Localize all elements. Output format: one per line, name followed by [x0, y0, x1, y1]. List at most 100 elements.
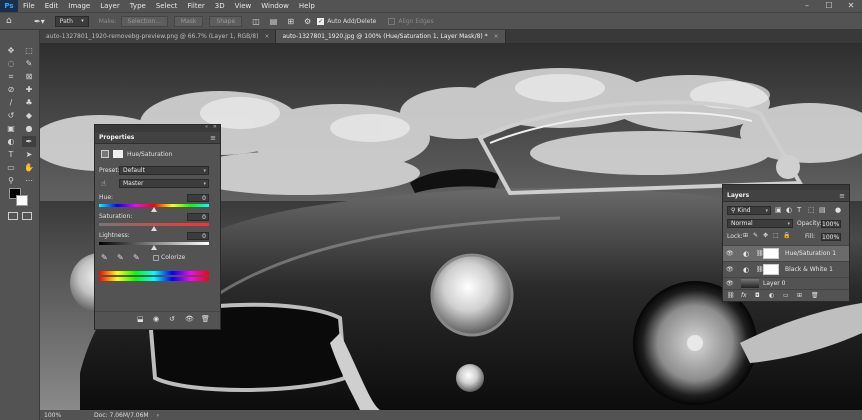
menu-file[interactable]: File — [18, 2, 40, 10]
close-icon[interactable]: ✕ — [213, 124, 217, 130]
link-layers-icon[interactable]: ⛓ — [727, 292, 735, 299]
quick-select-icon[interactable]: ✎ — [22, 58, 36, 69]
tab-removebg-png[interactable]: auto-1327801_1920-removebg-preview.png @… — [40, 30, 277, 43]
menu-filter[interactable]: Filter — [182, 2, 209, 10]
visibility-eye-icon[interactable]: 👁 — [726, 280, 734, 287]
panel-menu-icon[interactable]: ≡ — [839, 192, 845, 200]
path-arrangement-icon[interactable]: ⊞ — [287, 17, 294, 26]
lightness-value[interactable]: 0 — [187, 232, 209, 240]
filter-adjustment-icon[interactable]: ◐ — [786, 206, 792, 214]
collapse-icon[interactable]: « — [205, 124, 208, 130]
close-icon[interactable]: × — [494, 33, 499, 40]
hue-slider-thumb[interactable] — [151, 207, 157, 212]
filter-toggle-icon[interactable]: ● — [835, 206, 841, 214]
filter-pixel-icon[interactable]: ▣ — [775, 206, 782, 214]
frame-tool-icon[interactable]: ⊠ — [22, 71, 36, 82]
path-operations-icon[interactable]: ◫ — [252, 17, 260, 26]
channel-dropdown[interactable]: Master ▾ — [119, 179, 209, 188]
layer-mask-thumbnail[interactable] — [763, 264, 779, 275]
colorize-checkbox[interactable] — [153, 255, 159, 261]
selection-button[interactable]: Selection... — [120, 15, 168, 27]
properties-title[interactable]: Properties — [99, 134, 134, 141]
close-window-button[interactable]: ✕ — [840, 0, 862, 12]
view-previous-icon[interactable]: ◉ — [153, 315, 159, 323]
fill-value[interactable]: 100% — [821, 233, 841, 241]
saturation-value[interactable]: 0 — [187, 213, 209, 221]
gear-icon[interactable]: ⚙ — [304, 17, 311, 26]
menu-image[interactable]: Image — [63, 2, 95, 10]
layer-row[interactable]: 👁 ◐ ⛓ Hue/Saturation 1 — [723, 245, 849, 261]
crop-tool-icon[interactable]: ⌗ — [4, 71, 18, 82]
layer-row[interactable]: 👁 ◐ ⛓ Black & White 1 — [723, 261, 849, 277]
brush-tool-icon[interactable]: / — [4, 97, 18, 108]
path-select-icon[interactable]: ➤ — [22, 149, 36, 160]
marquee-tool-icon[interactable]: ⬚ — [22, 45, 36, 56]
lock-image-icon[interactable]: ✎ — [753, 232, 758, 239]
menu-window[interactable]: Window — [256, 2, 294, 10]
hand-tool-icon[interactable]: ✋ — [22, 162, 36, 173]
clone-stamp-icon[interactable]: ♣ — [22, 97, 36, 108]
layer-row[interactable]: 👁 Layer 0 — [723, 277, 849, 289]
screen-mode-icon[interactable] — [22, 212, 32, 220]
opacity-value[interactable]: 100% — [821, 220, 841, 228]
menu-type[interactable]: Type — [125, 2, 151, 10]
fx-icon[interactable]: fx — [741, 292, 747, 299]
trash-icon[interactable]: 🗑 — [201, 315, 210, 323]
mask-thumb-icon[interactable] — [113, 150, 123, 158]
trash-icon[interactable]: 🗑 — [811, 292, 819, 299]
lightness-slider-thumb[interactable] — [151, 245, 157, 250]
new-group-icon[interactable]: ▭ — [783, 292, 789, 299]
auto-add-delete-checkbox[interactable]: ✓ — [317, 17, 325, 25]
zoom-level[interactable]: 100% — [44, 412, 84, 419]
layer-name[interactable]: Layer 0 — [763, 280, 785, 287]
quick-mask-icon[interactable] — [8, 212, 18, 220]
add-mask-icon[interactable]: ◘ — [755, 292, 760, 299]
visibility-eye-icon[interactable]: 👁 — [726, 266, 734, 273]
pen-tool-icon[interactable]: ✒▾ — [34, 17, 45, 26]
healing-brush-icon[interactable]: ✚ — [22, 84, 36, 95]
menu-edit[interactable]: Edit — [40, 2, 64, 10]
hue-value[interactable]: 0 — [187, 194, 209, 202]
path-mode-select[interactable]: Path ▾ — [54, 15, 89, 27]
align-edges-checkbox[interactable] — [388, 17, 396, 25]
layer-thumbnail[interactable] — [741, 279, 759, 288]
minimize-button[interactable]: – — [796, 0, 818, 12]
layers-title[interactable]: Layers — [727, 192, 749, 199]
eyedropper-icon[interactable]: ✎ — [101, 253, 108, 262]
reset-icon[interactable]: ↺ — [169, 315, 175, 323]
background-color-swatch[interactable] — [16, 195, 28, 206]
kind-filter-dropdown[interactable]: ⚲ Kind ▾ — [727, 206, 771, 215]
panel-menu-icon[interactable]: ≡ — [210, 134, 216, 142]
layer-mask-thumbnail[interactable] — [763, 248, 779, 259]
type-tool-icon[interactable]: T — [4, 149, 18, 160]
filter-shape-icon[interactable]: ⬚ — [808, 206, 815, 214]
blend-mode-dropdown[interactable]: Normal ▾ — [727, 219, 793, 228]
clip-to-layer-icon[interactable]: ⬓ — [137, 315, 144, 323]
path-alignment-icon[interactable]: ▤ — [270, 17, 278, 26]
menu-layer[interactable]: Layer — [95, 2, 125, 10]
eraser-tool-icon[interactable]: ◆ — [22, 110, 36, 121]
filter-smart-icon[interactable]: ▤ — [819, 206, 826, 214]
visibility-eye-icon[interactable]: 👁 — [726, 250, 734, 257]
menu-select[interactable]: Select — [151, 2, 183, 10]
new-adjustment-icon[interactable]: ◐ — [769, 292, 774, 299]
pen-tool-active-icon[interactable]: ✒ — [22, 136, 36, 147]
home-icon[interactable]: ⌂ — [6, 16, 20, 26]
dodge-tool-icon[interactable]: ◐ — [4, 136, 18, 147]
menu-view[interactable]: View — [230, 2, 257, 10]
layer-name[interactable]: Hue/Saturation 1 — [785, 250, 836, 257]
eyedropper-plus-icon[interactable]: ✎ — [117, 253, 124, 262]
blur-tool-icon[interactable]: ● — [22, 123, 36, 134]
lock-position-icon[interactable]: ✥ — [763, 232, 768, 239]
eyedropper-icon[interactable]: ⊘ — [4, 84, 18, 95]
move-tool-icon[interactable]: ✥ — [4, 45, 18, 56]
filter-type-icon[interactable]: T — [797, 206, 801, 214]
new-layer-icon[interactable]: ⊞ — [797, 292, 802, 299]
mask-button[interactable]: Mask — [173, 15, 204, 27]
zoom-tool-icon[interactable]: ⚲ — [4, 175, 18, 186]
preset-dropdown[interactable]: Default ▾ — [119, 166, 209, 175]
close-icon[interactable]: × — [264, 33, 269, 40]
tab-auto-jpg[interactable]: auto-1327801_1920.jpg @ 100% (Hue/Satura… — [276, 30, 506, 43]
visibility-eye-icon[interactable]: 👁 — [185, 315, 194, 323]
gradient-tool-icon[interactable]: ▣ — [4, 123, 18, 134]
